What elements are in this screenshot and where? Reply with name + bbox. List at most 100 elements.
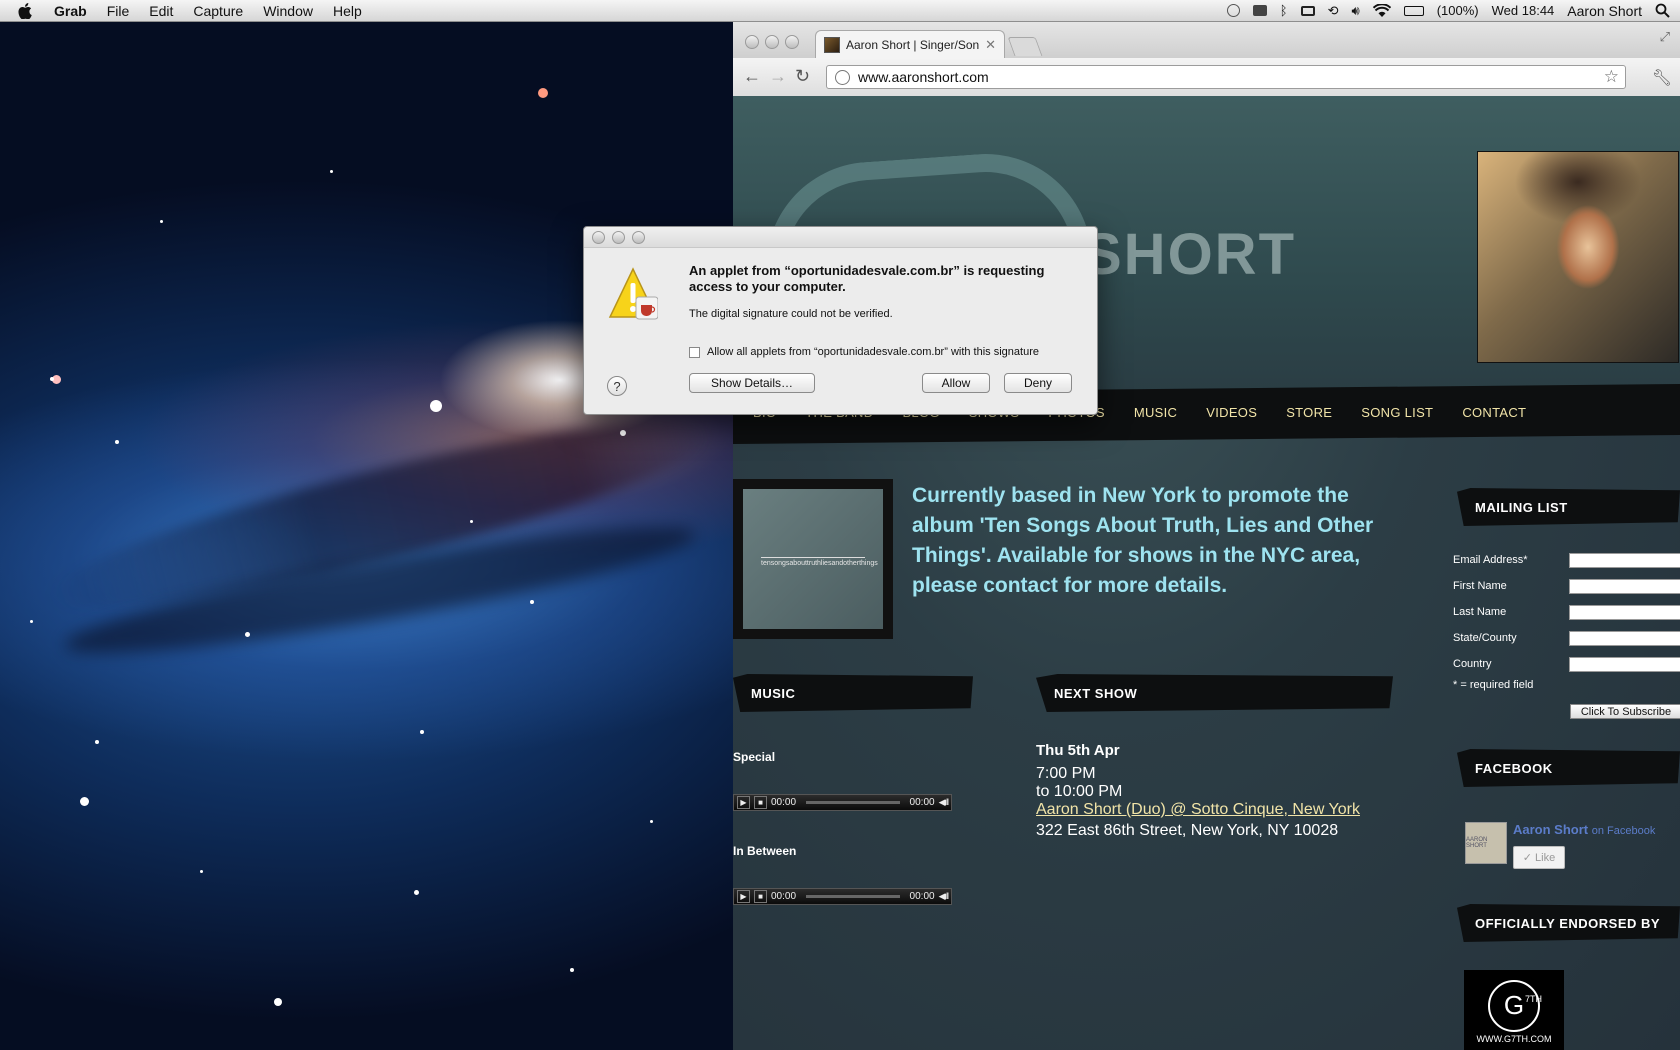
globe-icon	[835, 69, 850, 85]
menu-window[interactable]: Window	[263, 3, 313, 19]
album-cover-title: tensongsabouttruthliesandotherthings	[761, 557, 878, 567]
spotlight-search-icon[interactable]	[1655, 3, 1670, 18]
star	[538, 88, 548, 98]
status-icon[interactable]	[1226, 4, 1240, 17]
window-zoom-button[interactable]	[785, 35, 799, 49]
nav-videos[interactable]: VIDEOS	[1206, 405, 1257, 420]
required-note: * = required field	[1453, 679, 1534, 691]
stop-icon[interactable]: ■	[754, 796, 767, 809]
dialog-zoom-button[interactable]	[632, 231, 645, 244]
menu-user[interactable]: Aaron Short	[1567, 3, 1642, 19]
show-date: Thu 5th Apr	[1036, 742, 1120, 759]
show-venue-link[interactable]: Aaron Short (Duo) @ Sotto Cinque, New Yo…	[1036, 801, 1360, 819]
menu-app-name[interactable]: Grab	[54, 3, 87, 19]
play-icon[interactable]: ▶	[737, 796, 750, 809]
artist-portrait	[1478, 152, 1678, 362]
battery-icon[interactable]	[1403, 5, 1424, 16]
facebook-like-button[interactable]: ✓ Like	[1513, 846, 1565, 869]
g7th-logo[interactable]: G 7TH WWW.G7TH.COM	[1464, 970, 1564, 1050]
star	[470, 520, 473, 523]
deny-button[interactable]: Deny	[1004, 373, 1072, 393]
reload-icon[interactable]: ↻	[795, 66, 810, 87]
first-name-field[interactable]	[1569, 579, 1680, 594]
album-cover[interactable]: tensongsabouttruthliesandotherthings	[733, 479, 893, 639]
allow-all-checkbox[interactable]	[689, 347, 700, 358]
address-bar[interactable]: www.aaronshort.com ☆	[826, 65, 1626, 89]
g7th-url: WWW.G7TH.COM	[1476, 1034, 1552, 1044]
allow-all-checkbox-label[interactable]: Allow all applets from “oportunidadesval…	[707, 346, 1039, 358]
facebook-page-link[interactable]: Aaron Short on Facebook	[1513, 822, 1655, 837]
menu-file[interactable]: File	[107, 3, 130, 19]
bluetooth-icon[interactable]: ᛒ	[1280, 3, 1288, 18]
menu-help[interactable]: Help	[333, 3, 362, 19]
tab-strip: Aaron Short | Singer/Songwr ✕ ⤢	[733, 21, 1680, 58]
volume-icon[interactable]: ◀ıll	[939, 797, 949, 808]
window-close-button[interactable]	[745, 35, 759, 49]
volume-icon[interactable]: ◀ıll	[939, 891, 949, 902]
menu-edit[interactable]: Edit	[149, 3, 173, 19]
last-name-field[interactable]	[1569, 605, 1680, 620]
window-minimize-button[interactable]	[765, 35, 779, 49]
robot-icon[interactable]	[1252, 5, 1267, 16]
address-url[interactable]: www.aaronshort.com	[858, 69, 1596, 85]
battery-percent[interactable]: (100%)	[1437, 3, 1479, 18]
nav-music[interactable]: MUSIC	[1134, 405, 1177, 420]
facebook-on-label[interactable]: on Facebook	[1592, 825, 1656, 837]
email-label: Email Address*	[1453, 554, 1528, 566]
state-field[interactable]	[1569, 631, 1680, 646]
next-show-details: Thu 5th Apr 7:00 PM to 10:00 PM Aaron Sh…	[1036, 742, 1360, 840]
seek-bar[interactable]	[806, 895, 900, 898]
bookmark-star-icon[interactable]: ☆	[1604, 67, 1619, 87]
next-show-heading: NEXT SHOW	[1036, 674, 1393, 712]
audio-player[interactable]: ▶ ■ 00:00 00:00 ◀ıll	[733, 794, 952, 811]
menu-bar: Grab File Edit Capture Window Help ᛒ ⟲ 🔊…	[0, 0, 1680, 22]
tab-close-icon[interactable]: ✕	[985, 37, 996, 53]
site-logo-text[interactable]: SHORT	[1083, 221, 1296, 288]
keyboard-icon[interactable]	[1300, 5, 1315, 16]
forward-arrow-icon[interactable]: →	[769, 66, 787, 87]
facebook-thumbnail[interactable]: AARON SHORT	[1465, 822, 1507, 864]
browser-window: Aaron Short | Singer/Songwr ✕ ⤢ ← → ↻ ww…	[733, 21, 1680, 1050]
new-tab-button[interactable]	[1007, 37, 1043, 56]
country-field[interactable]	[1569, 657, 1680, 672]
wrench-menu-icon[interactable]: 🔧︎	[1652, 68, 1672, 88]
star	[160, 220, 163, 223]
tab-aaron-short[interactable]: Aaron Short | Singer/Songwr ✕	[815, 30, 1005, 58]
show-end-time: to 10:00 PM	[1036, 783, 1123, 800]
audio-player[interactable]: ▶ ■ 00:00 00:00 ◀ıll	[733, 888, 952, 905]
allow-button[interactable]: Allow	[922, 373, 990, 393]
nav-contact[interactable]: CONTACT	[1462, 405, 1526, 420]
dialog-minimize-button[interactable]	[612, 231, 625, 244]
mailing-list-heading: MAILING LIST	[1457, 488, 1680, 526]
play-icon[interactable]: ▶	[737, 890, 750, 903]
help-button[interactable]: ?	[607, 376, 627, 396]
back-arrow-icon[interactable]: ←	[743, 66, 761, 87]
facebook-page-name[interactable]: Aaron Short	[1513, 822, 1588, 837]
star	[50, 377, 54, 381]
time-machine-icon[interactable]: ⟲	[1328, 3, 1339, 19]
seek-bar[interactable]	[806, 801, 900, 804]
fullscreen-icon[interactable]: ⤢	[1660, 29, 1670, 45]
star	[414, 890, 419, 895]
volume-icon[interactable]: 🔊︎	[1352, 3, 1360, 19]
endorsed-heading: OFFICIALLY ENDORSED BY	[1457, 904, 1680, 942]
nav-store[interactable]: STORE	[1286, 405, 1332, 420]
stop-icon[interactable]: ■	[754, 890, 767, 903]
nav-song-list[interactable]: SONG LIST	[1361, 405, 1433, 420]
menu-clock[interactable]: Wed 18:44	[1492, 3, 1555, 18]
star	[530, 600, 534, 604]
email-field[interactable]	[1569, 553, 1680, 568]
menu-capture[interactable]: Capture	[193, 3, 243, 19]
dialog-close-button[interactable]	[592, 231, 605, 244]
show-start-time: 7:00 PM	[1036, 765, 1096, 782]
show-details-button[interactable]: Show Details…	[689, 373, 815, 393]
subscribe-button[interactable]: Click To Subscribe	[1570, 704, 1680, 719]
star	[274, 998, 282, 1006]
dialog-titlebar	[584, 227, 1097, 248]
wifi-icon[interactable]	[1372, 3, 1391, 18]
apple-menu-icon[interactable]	[18, 2, 32, 19]
track-title: Special	[733, 750, 776, 764]
elapsed-time: 00:00	[771, 797, 797, 808]
show-address: 322 East 86th Street, New York, NY 10028	[1036, 822, 1339, 839]
promo-tagline: Currently based in New York to promote t…	[912, 484, 1374, 597]
